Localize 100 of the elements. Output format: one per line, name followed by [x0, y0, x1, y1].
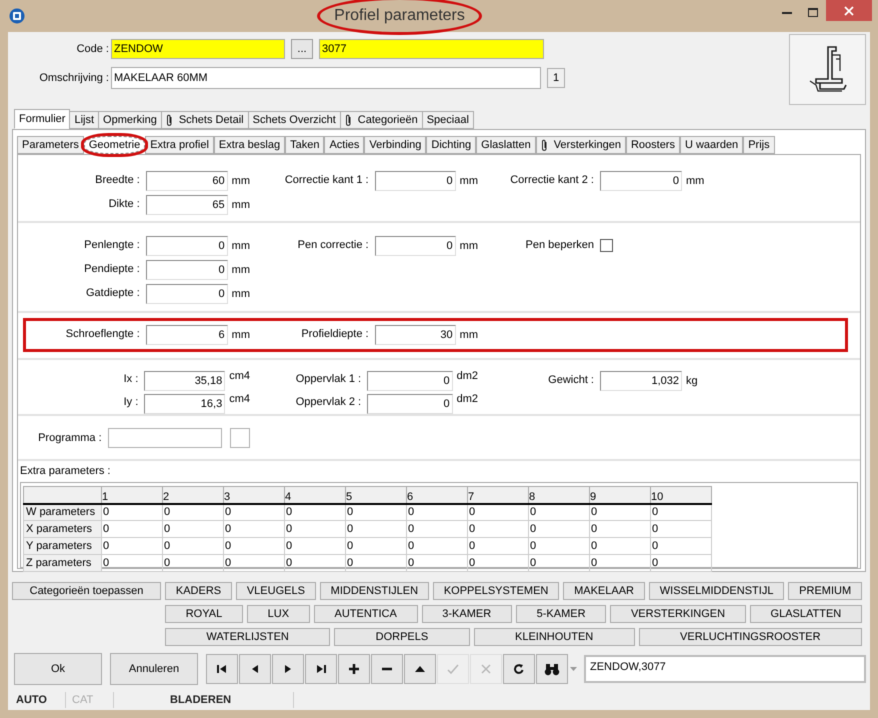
column-header: 3: [224, 486, 284, 504]
category-button[interactable]: GLASLATTEN: [750, 605, 862, 623]
toolbar-button[interactable]: [404, 654, 436, 684]
status-text: CAT: [66, 692, 114, 708]
table-cell: 0: [468, 554, 528, 572]
code-field[interactable]: 3077: [319, 39, 544, 59]
input-field[interactable]: 0: [374, 171, 456, 191]
input-field[interactable]: 60: [146, 171, 228, 191]
tab[interactable]: Lijst: [69, 111, 100, 129]
tab[interactable]: Schets Overzicht: [248, 111, 341, 129]
table-cell: 0: [650, 538, 712, 554]
table-cell: 0: [406, 504, 468, 520]
input-field[interactable]: 0: [146, 236, 228, 256]
unit-label: mm: [686, 174, 704, 189]
extra-parameters-label: Extra parameters :: [20, 465, 112, 478]
category-button[interactable]: DORPELS: [334, 628, 470, 646]
unit-label: mm: [232, 174, 250, 189]
tab[interactable]: Formulier: [14, 109, 70, 129]
table-cell: 0: [650, 520, 712, 538]
table-cell: 0: [590, 554, 650, 572]
tab[interactable]: Dichting: [426, 136, 476, 154]
category-button[interactable]: ROYAL: [165, 605, 243, 623]
table-cell: 0: [224, 520, 284, 538]
tab[interactable]: Prijs: [743, 136, 775, 154]
category-button[interactable]: KLEINHOUTEN: [474, 628, 635, 646]
input-field[interactable]: [230, 428, 250, 448]
table-cell: 0: [468, 504, 528, 520]
category-button[interactable]: KOPPELSYSTEMEN: [432, 582, 560, 600]
input-field[interactable]: 35,18: [144, 370, 226, 390]
category-button[interactable]: MAKELAAR: [563, 582, 645, 600]
tab[interactable]: Versterkingen: [536, 136, 626, 154]
toolbar-button[interactable]: [239, 654, 271, 684]
tab[interactable]: Schets Detail: [160, 111, 249, 129]
category-button[interactable]: LUX: [246, 605, 310, 623]
category-button[interactable]: MIDDENSTIJLEN: [320, 582, 429, 600]
close-button[interactable]: [826, 0, 872, 21]
input-field[interactable]: 0: [367, 394, 453, 414]
category-button[interactable]: 5-KAMER: [516, 605, 606, 623]
close-icon: [844, 6, 854, 16]
search-field[interactable]: ZENDOW,3077: [584, 655, 866, 683]
tab[interactable]: Glaslatten: [476, 136, 536, 154]
code-field[interactable]: ZENDOW: [111, 39, 285, 59]
tab[interactable]: Categorieën: [340, 111, 423, 129]
browse-button[interactable]: ...: [291, 39, 313, 59]
category-button[interactable]: WISSELMIDDENSTIJL: [648, 582, 784, 600]
category-button[interactable]: KADERS: [165, 582, 232, 600]
category-button[interactable]: AUTENTICA: [314, 605, 418, 623]
input-field[interactable]: 30: [374, 325, 456, 345]
toolbar-button[interactable]: [305, 654, 337, 684]
apply-categories-button[interactable]: Categorieën toepassen: [12, 582, 161, 600]
input-field[interactable]: 0: [374, 236, 456, 256]
tab[interactable]: Verbinding: [364, 136, 426, 154]
toolbar-button[interactable]: [272, 654, 304, 684]
tab[interactable]: Roosters: [626, 136, 680, 154]
toolbar-button[interactable]: [536, 654, 568, 684]
input-field[interactable]: 0: [600, 171, 682, 191]
tab[interactable]: Opmerking: [98, 111, 162, 129]
row-header: Z parameters: [24, 554, 102, 572]
tab[interactable]: Taken: [285, 136, 324, 154]
toolbar-button[interactable]: [206, 654, 238, 684]
input-field[interactable]: 0: [367, 370, 453, 390]
tab[interactable]: Extra profiel: [145, 136, 214, 154]
refresh-icon: [513, 663, 525, 675]
input-field[interactable]: [108, 428, 222, 448]
input-field[interactable]: 0: [146, 260, 228, 280]
cancel-button[interactable]: Annuleren: [110, 653, 198, 685]
tab[interactable]: Acties: [324, 136, 364, 154]
input-field[interactable]: 1,032: [600, 371, 682, 391]
unit-label: mm: [232, 238, 250, 254]
ok-button[interactable]: Ok: [14, 653, 102, 685]
table-cell: 0: [224, 504, 284, 520]
tab[interactable]: Geometrie: [84, 136, 146, 154]
input-field[interactable]: 0: [146, 284, 228, 304]
toolbar-button[interactable]: [371, 654, 403, 684]
field-label: Pen beperken: [524, 238, 595, 253]
table-cell: 0: [102, 554, 162, 572]
description-field[interactable]: MAKELAAR 60MM: [111, 67, 541, 89]
input-field[interactable]: 65: [146, 195, 228, 215]
input-field[interactable]: 6: [146, 325, 228, 345]
toolbar-button[interactable]: [503, 654, 535, 684]
table-cell: 0: [650, 554, 712, 572]
category-button[interactable]: VERLUCHTINGSROOSTER: [638, 628, 862, 646]
category-button[interactable]: 3-KAMER: [422, 605, 512, 623]
checkbox[interactable]: [600, 238, 613, 252]
category-button[interactable]: VLEUGELS: [236, 582, 316, 600]
tab[interactable]: U waarden: [680, 136, 744, 154]
category-button[interactable]: WATERLIJSTEN: [165, 628, 330, 646]
unit-label: mm: [460, 238, 478, 254]
input-field[interactable]: 16,3: [144, 394, 226, 414]
tab[interactable]: Speciaal: [422, 111, 474, 129]
check-icon: [447, 663, 459, 675]
category-button[interactable]: VERSTERKINGEN: [610, 605, 746, 623]
tab[interactable]: Parameters: [17, 136, 84, 154]
column-header: 1: [102, 486, 162, 504]
toolbar-button[interactable]: [338, 654, 370, 684]
column-header: 10: [650, 486, 712, 504]
table-cell: 0: [162, 520, 224, 538]
column-header: 9: [590, 486, 650, 504]
tab[interactable]: Extra beslag: [214, 136, 286, 154]
category-button[interactable]: PREMIUM: [788, 582, 862, 600]
